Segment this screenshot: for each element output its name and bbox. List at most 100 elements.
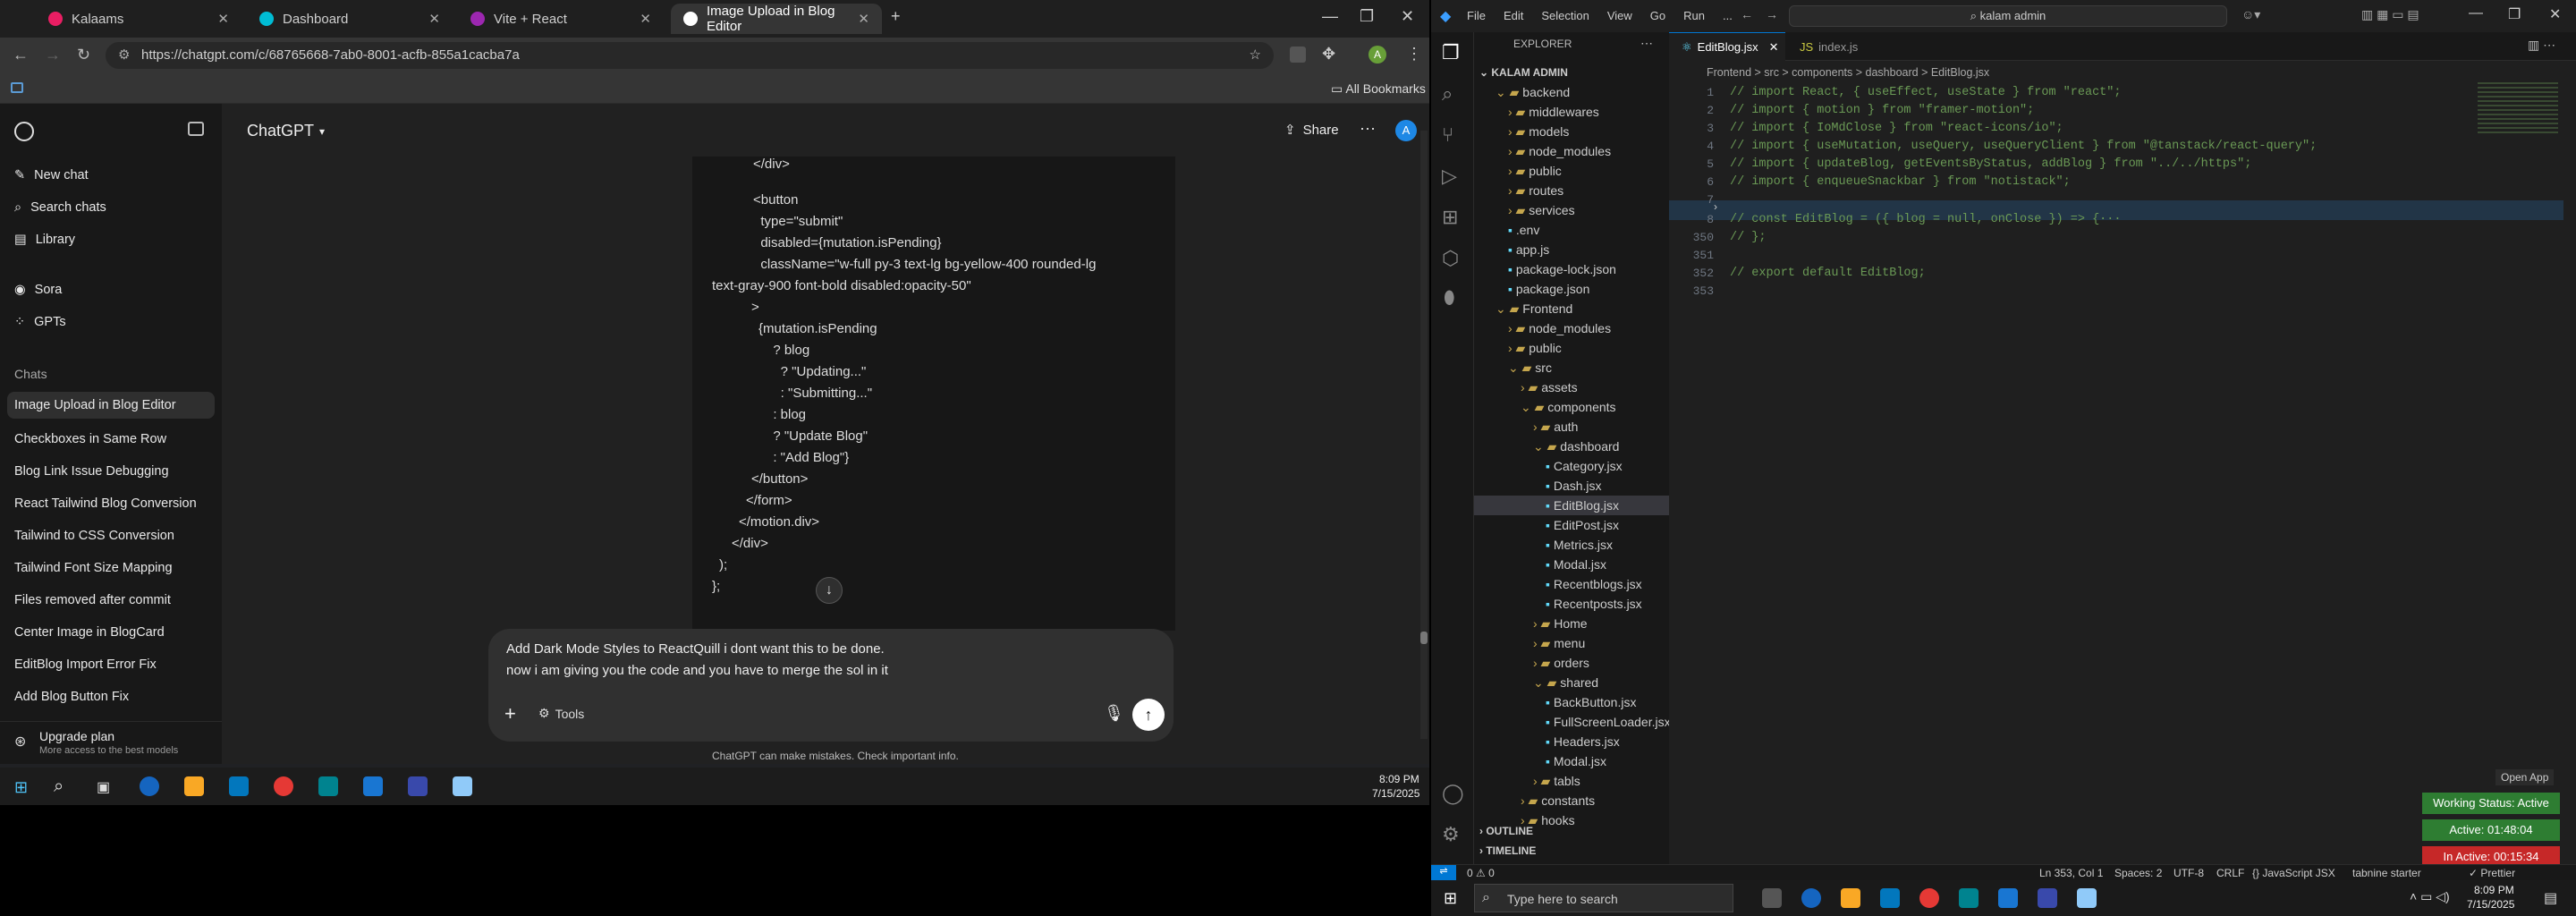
maximize-icon[interactable]: ❐	[2508, 5, 2521, 23]
app-icon[interactable]	[2077, 888, 2097, 908]
maximize-icon[interactable]: ❐	[1360, 7, 1374, 26]
chat-item[interactable]: Add Blog Button Fix	[14, 690, 129, 704]
vscode-taskbar-icon[interactable]	[363, 776, 383, 796]
tree-folder[interactable]: › ▰ models	[1474, 122, 1669, 141]
sidebar-gpts[interactable]: ⁘ GPTs	[14, 315, 66, 329]
tab-kalaams[interactable]: Kalaams ✕	[36, 4, 242, 34]
split-editor-icon[interactable]: ▥ ⋯	[2528, 38, 2555, 53]
indentation[interactable]: Spaces: 2	[2114, 867, 2162, 879]
store-icon[interactable]	[1880, 888, 1900, 908]
tree-folder[interactable]: › ▰ public	[1474, 338, 1669, 358]
upgrade-plan[interactable]: ⊛ Upgrade plan More access to the best m…	[0, 721, 222, 764]
scroll-down-button[interactable]: ↓	[816, 577, 843, 604]
menu-view[interactable]: View	[1607, 9, 1632, 22]
open-app-button[interactable]: Open App	[2496, 769, 2555, 785]
tree-file[interactable]: ▪ package-lock.json	[1474, 259, 1669, 279]
source-control-icon[interactable]: ⑂	[1442, 123, 1453, 147]
code-line[interactable]: // import { useMutation, useQuery, useQu…	[1730, 140, 2317, 153]
tree-file[interactable]: ▪ EditBlog.jsx	[1474, 496, 1669, 515]
user-avatar[interactable]: A	[1395, 120, 1417, 141]
extensions-puzzle-icon[interactable]: ✥	[1322, 45, 1335, 64]
extension-icon[interactable]	[1290, 47, 1306, 63]
code-line[interactable]: // import { enqueueSnackbar } from "noti…	[1730, 175, 2071, 189]
explorer-files-icon[interactable]: ❐	[1442, 41, 1460, 64]
menu-selection[interactable]: Selection	[1541, 9, 1589, 22]
close-icon[interactable]: ✕	[640, 11, 651, 27]
tree-folder[interactable]: › ▰ assets	[1474, 377, 1669, 397]
tree-file[interactable]: ▪ EditPost.jsx	[1474, 515, 1669, 535]
vscode-taskbar-icon[interactable]	[1998, 888, 2018, 908]
profile-avatar[interactable]: A	[1368, 46, 1386, 64]
new-tab-plus-icon[interactable]: +	[891, 7, 901, 26]
tab-editblog[interactable]: ⚛ EditBlog.jsx ✕	[1669, 32, 1785, 61]
search-icon[interactable]: ⌕	[1442, 82, 1453, 106]
all-bookmarks[interactable]: ▭ All Bookmarks	[1331, 81, 1426, 97]
remote-indicator-icon[interactable]: ⇌	[1431, 865, 1456, 881]
tree-file[interactable]: ▪ app.js	[1474, 240, 1669, 259]
chat-scrollbar-thumb[interactable]	[1420, 632, 1428, 644]
task-view-icon[interactable]: ▣	[97, 778, 110, 796]
command-center-search[interactable]: ⌕ kalam admin	[1789, 5, 2227, 27]
chat-item[interactable]: React Tailwind Blog Conversion	[14, 496, 197, 511]
send-button[interactable]: ↑	[1132, 699, 1165, 731]
prettier-status[interactable]: ✓ Prettier	[2469, 867, 2515, 879]
tree-file[interactable]: ▪ Modal.jsx	[1474, 751, 1669, 771]
layout-toggle-icon[interactable]: ▥ ▦ ▭ ▤	[2361, 7, 2419, 22]
app-icon[interactable]	[1959, 888, 1979, 908]
app-icon[interactable]	[318, 776, 338, 796]
mongodb-leaf-icon[interactable]: ⬮	[1444, 288, 1455, 309]
tabnine-status[interactable]: tabnine starter	[2352, 867, 2421, 879]
chat-input[interactable]: Add Dark Mode Styles to ReactQuill i don…	[488, 629, 1174, 742]
sidebar-library[interactable]: ▤ Library	[14, 233, 75, 247]
tree-folder[interactable]: › ▰ tabls	[1474, 771, 1669, 791]
tree-folder[interactable]: › ▰ Home	[1474, 614, 1669, 633]
tree-file[interactable]: ▪ .env	[1474, 220, 1669, 240]
cursor-position[interactable]: Ln 353, Col 1	[2039, 867, 2103, 879]
model-selector[interactable]: ChatGPT ▾	[247, 122, 325, 140]
code-line[interactable]: // import React, { useEffect, useState }…	[1730, 86, 2121, 99]
menu-file[interactable]: File	[1467, 9, 1486, 22]
close-icon[interactable]: ✕	[428, 11, 440, 27]
menu-edit[interactable]: Edit	[1504, 9, 1523, 22]
windows-start-icon[interactable]: ⊞	[1444, 889, 1457, 908]
task-view-icon[interactable]	[1762, 888, 1782, 908]
tree-file[interactable]: ▪ BackButton.jsx	[1474, 692, 1669, 712]
tree-folder[interactable]: › ▰ auth	[1474, 417, 1669, 437]
sidebar-sora[interactable]: ◉ Sora	[14, 283, 62, 297]
more-actions-icon[interactable]: ⋯	[1640, 36, 1653, 51]
chrome-taskbar-icon[interactable]	[1919, 888, 1939, 908]
chrome-taskbar-icon[interactable]	[274, 776, 293, 796]
tree-folder[interactable]: › ▰ middlewares	[1474, 102, 1669, 122]
zoom-icon[interactable]	[408, 776, 428, 796]
more-options-icon[interactable]: ⋯	[1360, 120, 1376, 139]
nav-forward-icon[interactable]: →	[1766, 7, 1778, 21]
eol[interactable]: CRLF	[2216, 867, 2244, 879]
tab-image-upload[interactable]: Image Upload in Blog Editor ✕	[671, 4, 882, 34]
minimap[interactable]	[2478, 82, 2558, 136]
close-icon[interactable]: ✕	[858, 11, 869, 27]
microphone-icon[interactable]: 🎙	[1104, 704, 1124, 723]
nav-back-icon[interactable]: ←	[1741, 7, 1753, 21]
reload-icon[interactable]: ↻	[77, 46, 90, 64]
tree-folder[interactable]: ⌄ ▰ components	[1474, 397, 1669, 417]
code-line[interactable]: // export default EditBlog;	[1730, 267, 1926, 280]
settings-gear-icon[interactable]: ⚙	[1442, 823, 1460, 846]
tree-folder[interactable]: › ▰ routes	[1474, 181, 1669, 200]
extensions-icon[interactable]: ⊞	[1442, 206, 1458, 229]
tree-file[interactable]: ▪ Dash.jsx	[1474, 476, 1669, 496]
tools-button[interactable]: ⚙ Tools	[538, 706, 584, 721]
problems-count[interactable]: 0 ⚠ 0	[1467, 867, 1495, 879]
tree-file[interactable]: ▪ Metrics.jsx	[1474, 535, 1669, 555]
close-icon[interactable]: ✕	[1769, 40, 1779, 55]
chat-item[interactable]: Tailwind to CSS Conversion	[14, 529, 174, 543]
code-line[interactable]: // import { IoMdClose } from "react-icon…	[1730, 122, 2063, 135]
fold-chevron-icon[interactable]: ›	[1714, 200, 1717, 213]
chat-item[interactable]: Checkboxes in Same Row	[14, 432, 166, 446]
tab-index[interactable]: JS index.js	[1787, 32, 1885, 61]
tree-file[interactable]: ▪ Headers.jsx	[1474, 732, 1669, 751]
chat-item[interactable]: Tailwind Font Size Mapping	[14, 561, 173, 575]
minimize-icon[interactable]: —	[1322, 7, 1338, 26]
app-icon[interactable]	[453, 776, 472, 796]
code-line[interactable]: // };	[1730, 231, 1767, 244]
notifications-icon[interactable]: ▤	[2544, 889, 2557, 907]
